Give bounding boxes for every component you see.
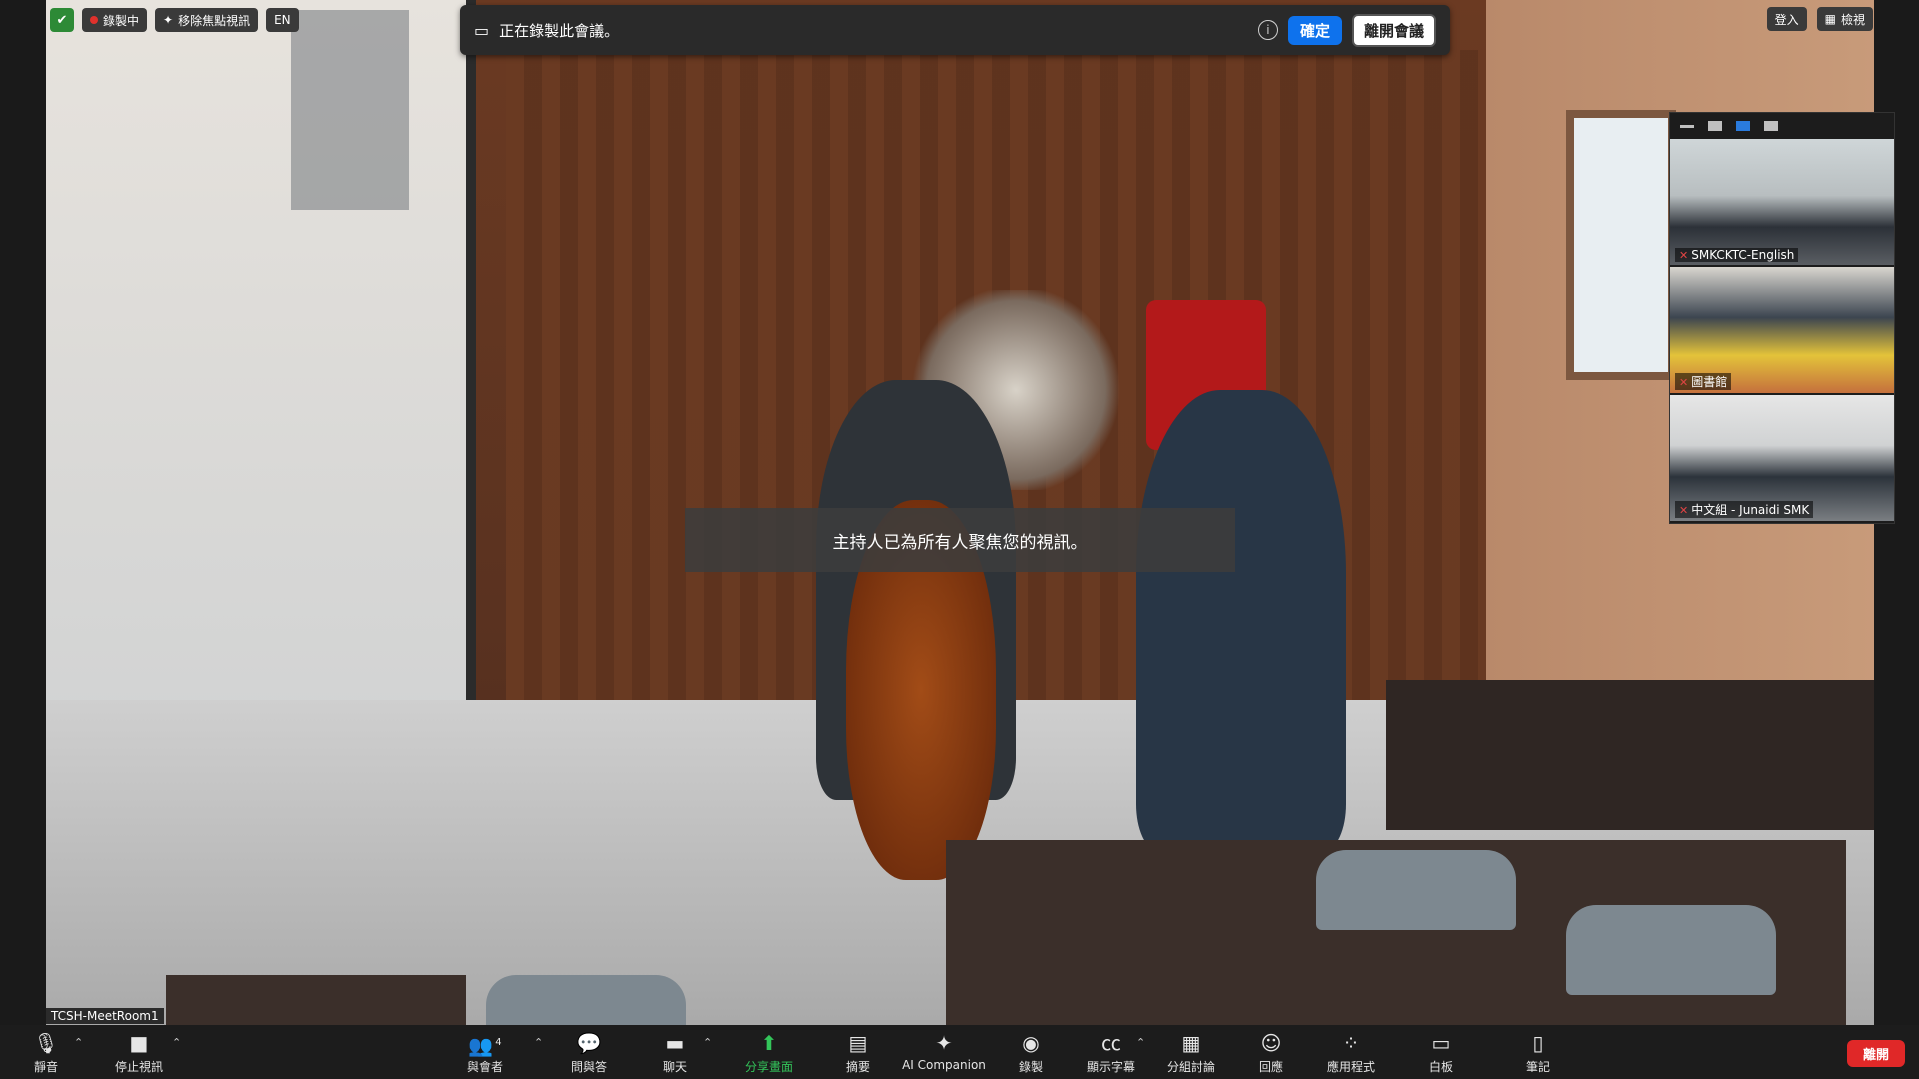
participants-count: 4 <box>495 1037 502 1048</box>
security-shield-icon[interactable]: ✔ <box>50 8 74 32</box>
summary-button[interactable]: ▤ 摘要 <box>813 1030 903 1075</box>
record-icon: ◉ <box>1022 1031 1040 1055</box>
whiteboard-button[interactable]: ▭ 白板 <box>1396 1030 1486 1075</box>
grid-icon: ▦ <box>1824 12 1836 26</box>
meeting-stage: ✔ 錄製中 ✦ 移除焦點視訊 EN 登入 ▦ 檢視 ▭ 正在錄製此會議。 i 確… <box>0 0 1919 1025</box>
reactions-button[interactable]: ☺ 回應 <box>1226 1030 1316 1075</box>
notes-label: 筆記 <box>1525 1060 1550 1074</box>
pin-icon: ✦ <box>163 13 174 27</box>
summary-label: 摘要 <box>845 1060 870 1074</box>
participants-chevron-icon[interactable]: ⌃ <box>534 1036 543 1049</box>
breakout-rooms-button[interactable]: ▦ 分組討論 <box>1146 1030 1236 1075</box>
thumbnail-view-controls <box>1670 113 1894 139</box>
info-icon[interactable]: i <box>1257 20 1278 40</box>
thumbnail-label: ✕ 圖書館 <box>1675 373 1732 390</box>
main-participant-name: TCSH-MeetRoom1 <box>46 1008 164 1024</box>
grid-view-icon[interactable] <box>1764 121 1778 131</box>
participants-label: 與會者 <box>466 1060 503 1074</box>
chat-icon: ▬ <box>665 1031 685 1055</box>
microphone-icon: 🎙 <box>33 1031 59 1055</box>
ai-companion-label: AI Companion <box>902 1058 986 1072</box>
single-view-icon[interactable] <box>1708 121 1722 131</box>
toast-message: 主持人已為所有人聚焦您的視訊。 <box>832 532 1088 553</box>
qa-icon: 💬 <box>576 1031 602 1055</box>
cc-icon: ㏄ <box>1101 1031 1121 1055</box>
share-screen-icon: ⬆ <box>760 1031 778 1055</box>
participants-button[interactable]: 👥 4 與會者 <box>440 1030 530 1075</box>
muted-mic-icon: ✕ <box>1679 376 1689 389</box>
chat-chevron-icon[interactable]: ⌃ <box>703 1036 712 1049</box>
strip-view-icon[interactable] <box>1736 121 1750 131</box>
recording-banner: ▭ 正在錄製此會議。 i 確定 離開會議 <box>460 5 1450 55</box>
whiteboard-label: 白板 <box>1428 1060 1453 1074</box>
record-button[interactable]: ◉ 錄製 <box>986 1030 1076 1075</box>
spotlight-toast: 主持人已為所有人聚焦您的視訊。 <box>685 508 1235 572</box>
leave-button[interactable]: 離開 <box>1847 1040 1905 1067</box>
record-label: 錄製 <box>1018 1060 1043 1074</box>
leave-label: 離開 <box>1862 1048 1889 1063</box>
share-label: 分享畫面 <box>744 1060 793 1074</box>
sparkle-icon: ✦ <box>935 1031 953 1055</box>
ai-companion-button[interactable]: ✦ AI Companion <box>898 1030 990 1072</box>
language-button[interactable]: EN <box>266 8 299 32</box>
thumbnail-panel: ✕ SMKCKTC-English ✕ 圖書館 ✕ 中文組 - Junaidi SMK <box>1669 112 1895 524</box>
stop-video-button[interactable]: ■ 停止視訊 <box>94 1030 184 1075</box>
remove-spotlight-button[interactable]: ✦ 移除焦點視訊 <box>155 8 259 32</box>
participant-thumbnail[interactable]: ✕ SMKCKTC-English <box>1670 139 1894 265</box>
muted-mic-icon: ✕ <box>1679 504 1689 517</box>
smiley-icon: ☺ <box>1260 1031 1282 1055</box>
top-right-controls: 登入 ▦ 檢視 <box>1766 7 1873 31</box>
thumbnail-name: 圖書館 <box>1691 375 1728 389</box>
stop-video-label: 停止視訊 <box>114 1060 163 1074</box>
captions-chevron-icon[interactable]: ⌃ <box>1136 1036 1145 1049</box>
recording-label: 錄製中 <box>103 13 140 28</box>
thumbnail-label: ✕ 中文組 - Junaidi SMK <box>1675 501 1814 518</box>
remove-spotlight-label: 移除焦點視訊 <box>178 13 251 28</box>
whiteboard-icon: ▭ <box>1431 1031 1451 1055</box>
video-camera-icon: ■ <box>129 1031 149 1055</box>
apps-icon: ⁘ <box>1342 1031 1360 1055</box>
meeting-status-bar: ✔ 錄製中 ✦ 移除焦點視訊 EN <box>50 7 299 33</box>
minimize-icon[interactable] <box>1680 124 1694 128</box>
notes-icon: ▯ <box>1532 1031 1544 1055</box>
record-dot-icon <box>90 16 98 24</box>
apps-button[interactable]: ⁘ 應用程式 <box>1306 1030 1396 1075</box>
projector-screen <box>46 0 476 820</box>
erhu-player <box>1136 390 1346 850</box>
language-label: EN <box>274 13 291 27</box>
thumbnail-name: 中文組 - Junaidi SMK <box>1691 503 1810 517</box>
notes-button[interactable]: ▯ 筆記 <box>1493 1030 1583 1075</box>
recording-indicator[interactable]: 錄製中 <box>82 8 148 32</box>
muted-mic-icon: ✕ <box>1679 249 1689 262</box>
participant-thumbnail[interactable]: ✕ 圖書館 <box>1670 267 1894 393</box>
breakout-icon: ▦ <box>1181 1031 1201 1055</box>
login-button[interactable]: 登入 <box>1766 7 1807 31</box>
qa-button[interactable]: 💬 問與答 <box>544 1030 634 1075</box>
participants-icon: 👥 4 <box>468 1033 502 1058</box>
leave-meeting-button[interactable]: 離開會議 <box>1351 13 1436 47</box>
share-screen-button[interactable]: ⬆ 分享畫面 <box>724 1030 814 1075</box>
chat-label: 聊天 <box>662 1060 687 1074</box>
confirm-button[interactable]: 確定 <box>1287 15 1342 45</box>
participant-thumbnail[interactable]: ✕ 中文組 - Junaidi SMK <box>1670 395 1894 521</box>
thumbnail-label: ✕ SMKCKTC-English <box>1675 248 1799 262</box>
thumbnail-name: SMKCKTC-English <box>1691 248 1795 262</box>
view-label: 檢視 <box>1840 12 1865 27</box>
view-button[interactable]: ▦ 檢視 <box>1816 7 1873 31</box>
apps-label: 應用程式 <box>1326 1060 1375 1074</box>
qa-label: 問與答 <box>570 1060 607 1074</box>
login-label: 登入 <box>1774 12 1799 27</box>
audio-options-chevron-icon[interactable]: ⌃ <box>74 1036 83 1049</box>
mute-label: 靜音 <box>33 1060 58 1074</box>
video-camera-icon: ▭ <box>474 20 490 40</box>
breakout-label: 分組討論 <box>1166 1060 1215 1074</box>
captions-label: 顯示字幕 <box>1086 1060 1135 1074</box>
summary-icon: ▤ <box>848 1031 868 1055</box>
recording-message: 正在錄製此會議。 <box>499 21 620 40</box>
video-options-chevron-icon[interactable]: ⌃ <box>172 1036 181 1049</box>
reactions-label: 回應 <box>1258 1060 1283 1074</box>
